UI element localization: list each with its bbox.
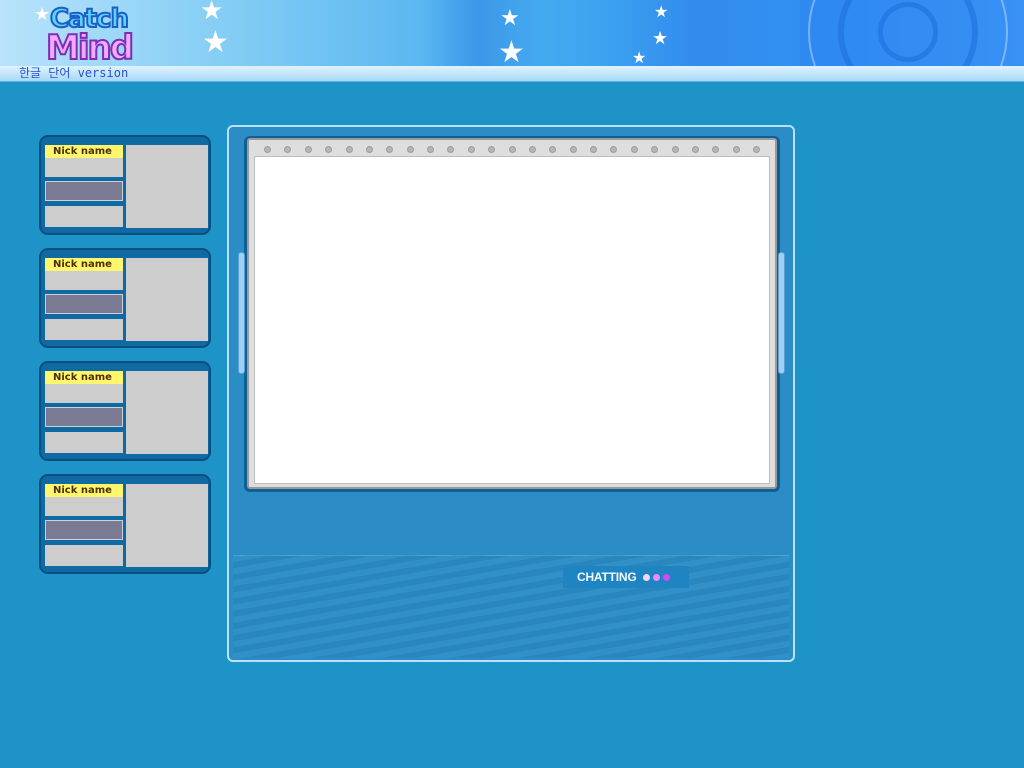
player-name-slot xyxy=(45,158,123,177)
drawing-canvas[interactable] xyxy=(254,156,770,484)
nickname-tag: Nick name xyxy=(45,258,123,271)
chat-dot-icon xyxy=(642,573,650,581)
header-banner: ★ ★ ★ ★ ★ ★ ★ ★ Catch Mind xyxy=(0,0,1024,66)
star-icon: ★ xyxy=(500,6,520,31)
player-name-slot xyxy=(45,497,123,516)
left-panel-handle[interactable] xyxy=(238,252,245,374)
player-name-slot xyxy=(45,271,123,290)
decor-ring xyxy=(878,2,938,62)
avatar xyxy=(126,371,208,454)
star-icon: ★ xyxy=(202,25,229,60)
star-icon: ★ xyxy=(654,2,669,21)
player-status-slot xyxy=(45,206,123,227)
avatar xyxy=(126,145,208,228)
player-score-slot xyxy=(45,181,123,201)
logo-line-2: Mind xyxy=(45,27,135,66)
chat-dot-icon xyxy=(662,573,670,581)
player-status-slot xyxy=(45,545,123,566)
right-panel-handle[interactable] xyxy=(778,252,785,374)
nickname-tag: Nick name xyxy=(45,484,123,497)
chatting-label: CHATTING xyxy=(577,570,637,584)
banner-stripe xyxy=(600,0,800,66)
chat-area xyxy=(233,555,789,658)
player-name-slot xyxy=(45,384,123,403)
version-bar: 한글 단어 version xyxy=(0,66,1024,82)
star-icon: ★ xyxy=(498,35,525,67)
nickname-tag: Nick name xyxy=(45,371,123,384)
nickname-tag: Nick name xyxy=(45,145,123,158)
player-status-slot xyxy=(45,432,123,453)
sketchbook-rings xyxy=(256,146,768,156)
chatting-tab[interactable]: CHATTING xyxy=(563,566,689,588)
chat-dot-icon xyxy=(652,573,660,581)
version-text: 한글 단어 version xyxy=(19,66,129,80)
avatar xyxy=(126,258,208,341)
player-card: Nick name xyxy=(39,135,211,235)
star-icon: ★ xyxy=(632,48,647,66)
player-card: Nick name xyxy=(39,474,211,574)
player-card: Nick name xyxy=(39,248,211,348)
star-icon: ★ xyxy=(200,0,224,26)
catch-mind-logo: Catch Mind xyxy=(38,2,148,66)
avatar xyxy=(126,484,208,567)
player-score-slot xyxy=(45,407,123,427)
star-icon: ★ xyxy=(652,28,669,49)
player-status-slot xyxy=(45,319,123,340)
player-card: Nick name xyxy=(39,361,211,461)
player-score-slot xyxy=(45,294,123,314)
player-score-slot xyxy=(45,520,123,540)
